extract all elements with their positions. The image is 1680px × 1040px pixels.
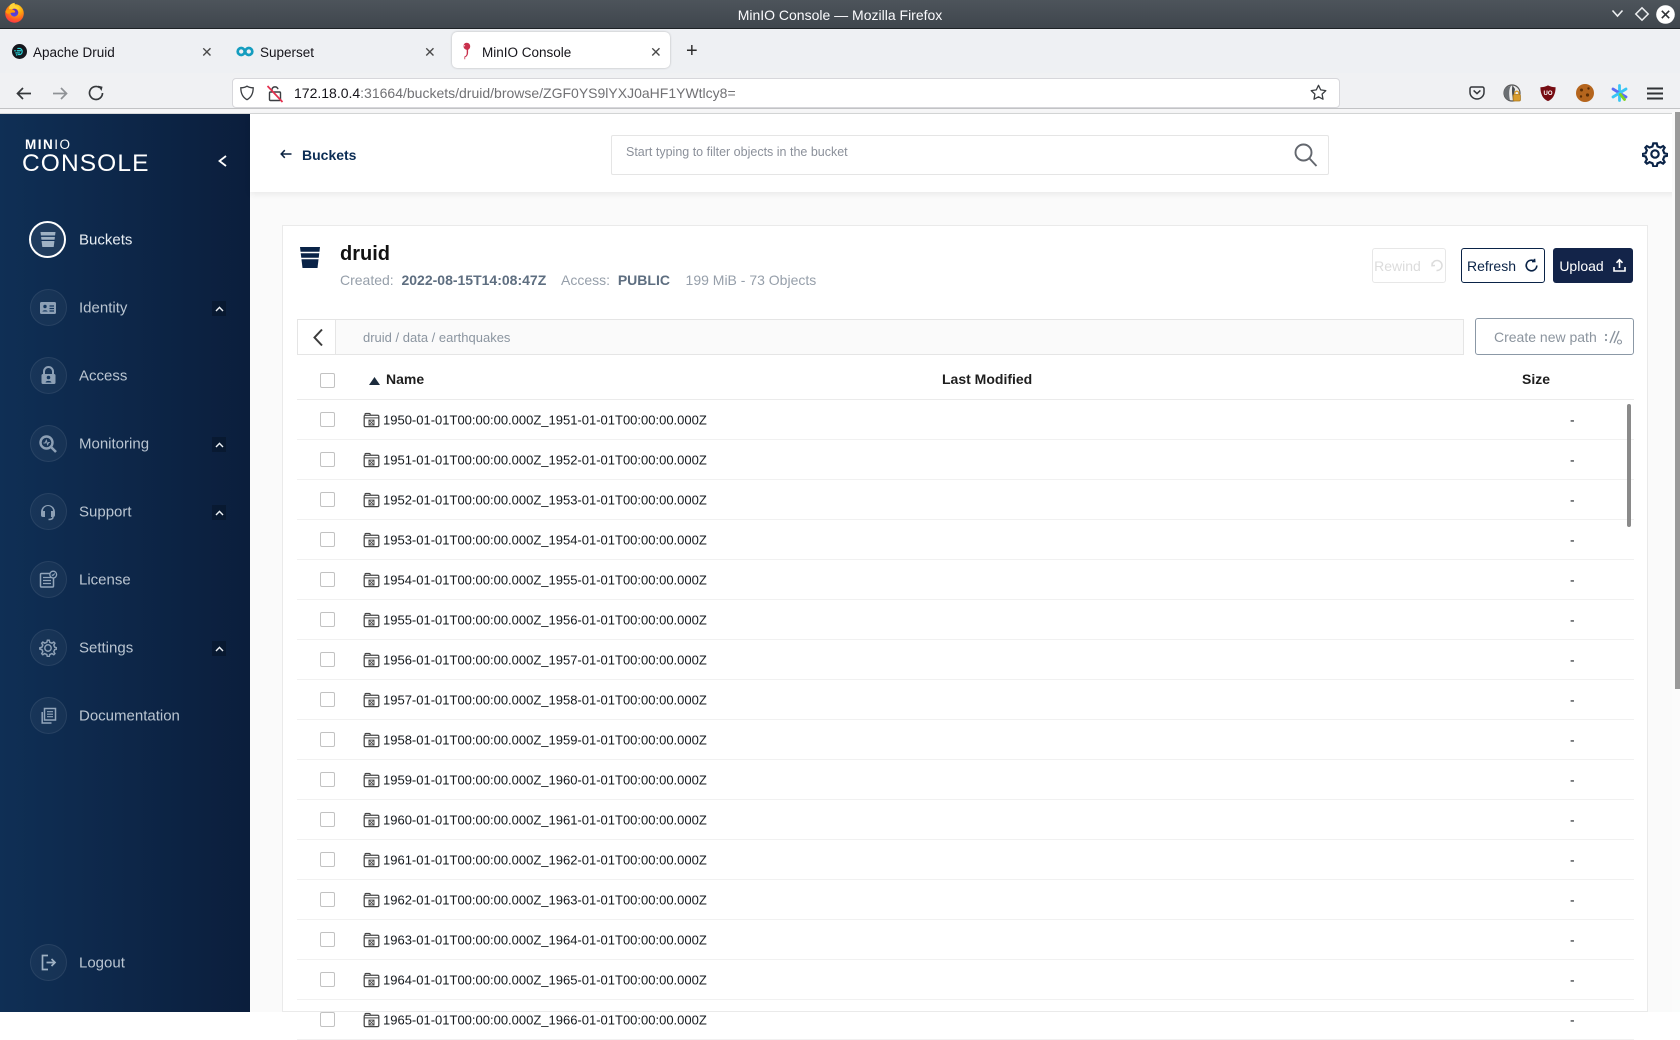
svg-text:UO: UO [1544, 91, 1553, 97]
